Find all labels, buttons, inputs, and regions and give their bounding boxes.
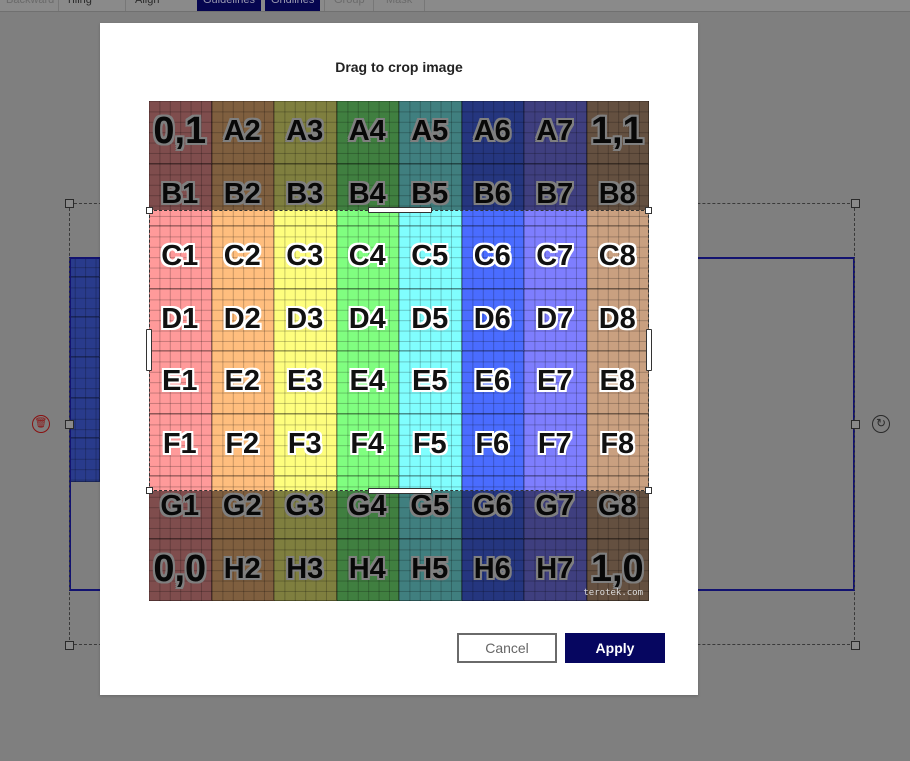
crop-handle-bottom[interactable] bbox=[368, 488, 432, 494]
crop-handle-bottom-right[interactable] bbox=[645, 487, 652, 494]
watermark-text: terotek.com bbox=[583, 588, 643, 598]
crop-mask-bottom bbox=[149, 491, 649, 601]
resize-handle-left[interactable] bbox=[65, 420, 74, 429]
crop-dialog: Drag to crop image 0,1A2A3A4A5A6A71,1B1B… bbox=[100, 23, 698, 695]
backward-button[interactable]: Backward bbox=[0, 0, 60, 11]
crop-handle-right[interactable] bbox=[646, 329, 652, 371]
toolbar-divider bbox=[424, 0, 425, 11]
crop-handle-bottom-left[interactable] bbox=[146, 487, 153, 494]
guidelines-button[interactable]: Guidelines bbox=[197, 0, 261, 11]
tiling-button[interactable]: Tiling bbox=[60, 0, 98, 11]
resize-handle-bottom-left[interactable] bbox=[65, 641, 74, 650]
trash-icon[interactable]: 🗑 bbox=[32, 415, 50, 433]
resize-handle-bottom-right[interactable] bbox=[851, 641, 860, 650]
apply-button[interactable]: Apply bbox=[565, 633, 665, 663]
resize-handle-right[interactable] bbox=[851, 420, 860, 429]
crop-handle-top-right[interactable] bbox=[645, 207, 652, 214]
dialog-title: Drag to crop image bbox=[335, 59, 463, 75]
mask-button[interactable]: Mask bbox=[380, 0, 418, 11]
toolbar-divider bbox=[125, 0, 126, 11]
resize-handle-top-left[interactable] bbox=[65, 199, 74, 208]
rotate-icon[interactable]: ↻ bbox=[872, 415, 890, 433]
toolbar-divider bbox=[324, 0, 325, 11]
crop-selection-box[interactable] bbox=[146, 207, 652, 494]
toolbar: Backward Tiling Align Guidelines Gridlin… bbox=[0, 0, 910, 12]
gridlines-button[interactable]: Gridlines bbox=[265, 0, 321, 11]
toolbar-divider bbox=[373, 0, 374, 11]
crop-handle-top[interactable] bbox=[368, 207, 432, 213]
align-button[interactable]: Align bbox=[129, 0, 165, 11]
crop-mask-top bbox=[149, 101, 649, 210]
crop-handle-top-left[interactable] bbox=[146, 207, 153, 214]
group-button[interactable]: Group bbox=[328, 0, 371, 11]
crop-handle-left[interactable] bbox=[146, 329, 152, 371]
cancel-button[interactable]: Cancel bbox=[457, 633, 557, 663]
toolbar-divider bbox=[58, 0, 59, 11]
resize-handle-top-right[interactable] bbox=[851, 199, 860, 208]
